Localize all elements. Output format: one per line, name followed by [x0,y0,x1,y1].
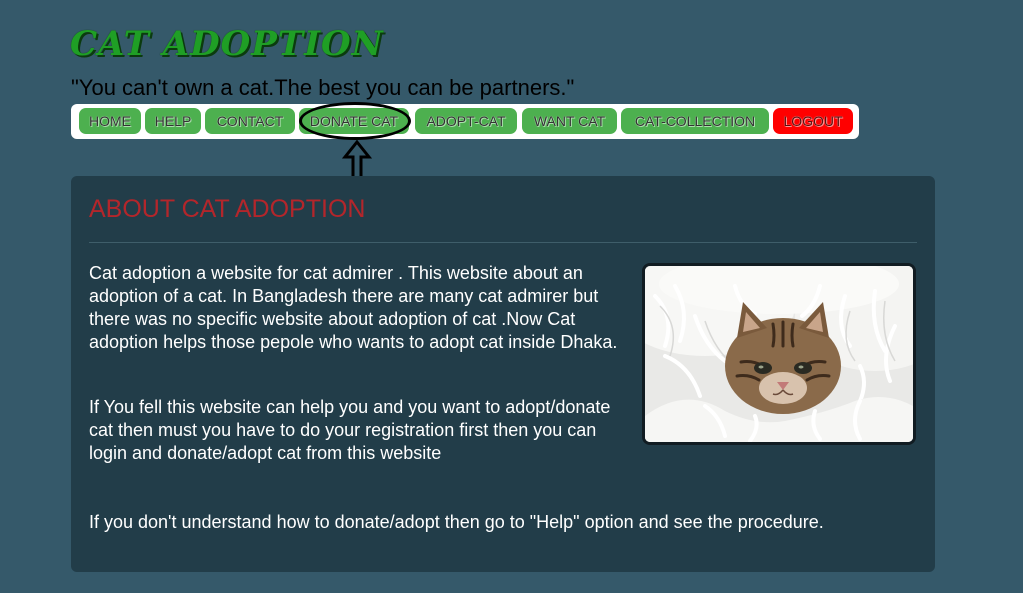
nav-contact-button[interactable]: CONTACT [205,108,295,134]
about-paragraph-2: If You fell this website can help you an… [89,397,611,463]
about-heading: ABOUT CAT ADOPTION [89,195,366,223]
main-navbar: HOME HELP CONTACT DONATE CAT ADOPT-CAT W… [71,104,859,139]
nav-help-button[interactable]: HELP [145,108,201,134]
heading-divider [89,242,917,243]
nav-home-button[interactable]: HOME [79,108,141,134]
kitten-photo [642,263,916,445]
kitten-illustration [645,266,913,442]
about-paragraph-3: If you don't understand how to donate/ad… [89,512,824,532]
nav-adopt-cat-button[interactable]: ADOPT-CAT [415,108,517,134]
about-panel: ABOUT CAT ADOPTION Cat adoption a websit… [71,176,935,572]
about-paragraph-1: Cat adoption a website for cat admirer .… [89,263,618,352]
nav-logout-button[interactable]: LOGOUT [773,108,853,134]
nav-want-cat-button[interactable]: WANT CAT [522,108,617,134]
site-title: CAT ADOPTION [70,24,384,64]
site-tagline: "You can't own a cat.The best you can be… [71,75,575,100]
nav-cat-collection-button[interactable]: CAT-COLLECTION [621,108,769,134]
nav-donate-cat-button[interactable]: DONATE CAT [299,108,409,134]
